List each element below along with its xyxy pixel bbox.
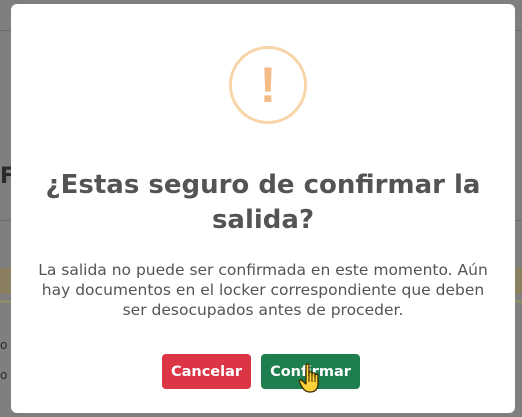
- dialog-title: ¿Estas seguro de confirmar la salida?: [45, 170, 481, 235]
- exclamation-icon: !: [259, 57, 277, 113]
- hand-pointer-icon: [298, 363, 319, 393]
- background-divider: [0, 220, 11, 221]
- background-divider: [515, 220, 522, 221]
- warning-icon: !: [229, 46, 307, 124]
- cancel-button[interactable]: Cancelar: [162, 354, 251, 389]
- dialog-message: La salida no puede ser confirmada en est…: [38, 261, 488, 319]
- confirm-exit-dialog: ! ¿Estas seguro de confirmar la salida? …: [11, 4, 515, 413]
- background-divider: [515, 30, 522, 31]
- background-divider: [0, 30, 11, 31]
- background-cell-fragment: o: [0, 368, 8, 382]
- background-cell-fragment: o: [0, 338, 8, 352]
